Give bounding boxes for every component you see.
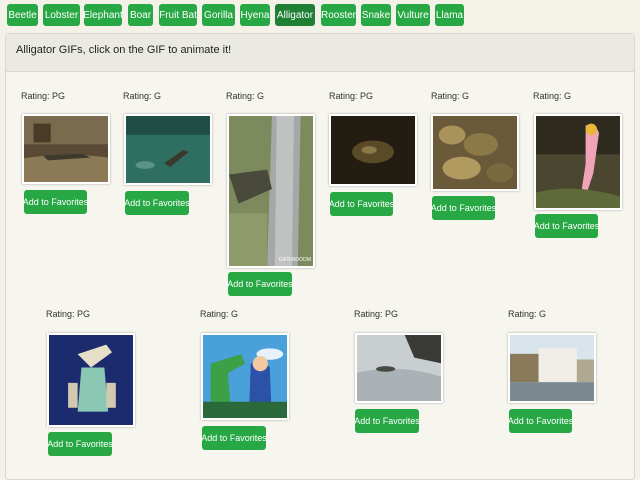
gif-image[interactable]: [508, 333, 596, 403]
gif-rating: Rating: PG: [354, 309, 399, 319]
alligator-gif-image: [331, 116, 415, 184]
animal-button-llama[interactable]: Llama: [435, 4, 464, 26]
gif-rating: Rating: G: [533, 91, 572, 101]
gif-watermark: GIFBINDOOM: [278, 257, 311, 263]
animal-button-alligator[interactable]: Alligator: [275, 4, 315, 26]
photo-gif-image: [510, 335, 594, 401]
cartoon-gif-image: [49, 335, 133, 425]
alligator-gif-image: [126, 116, 210, 183]
alligator-gif-image: [24, 116, 108, 182]
gif-rating: Rating: G: [431, 91, 470, 101]
add-to-favorites-button[interactable]: Add to Favorites: [431, 196, 496, 220]
add-to-favorites-button[interactable]: Add to Favorites: [329, 192, 394, 216]
animal-button-lobster[interactable]: Lobster: [43, 4, 80, 26]
animal-button-fruit-bat[interactable]: Fruit Bat: [159, 4, 197, 26]
panel-heading: Alligator GIFs, click on the GIF to anim…: [16, 44, 232, 56]
gif-rating: Rating: G: [226, 91, 265, 101]
animal-button-bar: Beetle Lobster Elephant Boar Fruit Bat G…: [0, 0, 640, 33]
add-to-favorites-button[interactable]: Add to Favorites: [227, 272, 293, 296]
gif-rating: Rating: G: [508, 309, 547, 319]
add-to-favorites-button[interactable]: Add to Favorites: [23, 190, 88, 214]
animal-button-gorilla[interactable]: Gorilla: [202, 4, 235, 26]
add-to-favorites-button[interactable]: Add to Favorites: [201, 426, 267, 450]
gif-image[interactable]: [47, 333, 135, 427]
add-to-favorites-button[interactable]: Add to Favorites: [47, 432, 113, 456]
cartoon-gif-image: [203, 335, 287, 418]
gif-image[interactable]: [201, 333, 289, 420]
cartoon-gif-image: [536, 116, 620, 208]
animal-button-rooster[interactable]: Rooster: [321, 4, 356, 26]
gif-image[interactable]: [124, 114, 212, 185]
panel-header: Alligator GIFs, click on the GIF to anim…: [6, 34, 634, 72]
gif-image[interactable]: [355, 333, 443, 403]
gif-rating: Rating: PG: [21, 91, 66, 101]
add-to-favorites-button[interactable]: Add to Favorites: [508, 409, 573, 433]
gif-image[interactable]: [22, 114, 110, 184]
gif-image[interactable]: GIFBINDOOM: [227, 114, 315, 268]
gif-rating: Rating: G: [200, 309, 239, 319]
gif-rating: Rating: G: [123, 91, 162, 101]
add-to-favorites-button[interactable]: Add to Favorites: [534, 214, 599, 238]
gif-image[interactable]: [431, 114, 519, 191]
alligator-gif-image: [357, 335, 441, 401]
animal-button-beetle[interactable]: Beetle: [7, 4, 38, 26]
gif-image[interactable]: [534, 114, 622, 210]
gif-rating: Rating: PG: [329, 91, 374, 101]
gif-rating: Rating: PG: [46, 309, 91, 319]
animal-button-elephant[interactable]: Elephant: [83, 4, 123, 26]
add-to-favorites-button[interactable]: Add to Favorites: [124, 191, 190, 215]
animal-button-vulture[interactable]: Vulture: [396, 4, 430, 26]
add-to-favorites-button[interactable]: Add to Favorites: [354, 409, 420, 433]
animal-button-boar[interactable]: Boar: [128, 4, 153, 26]
alligator-gif-image: [433, 116, 517, 189]
animal-button-snake[interactable]: Snake: [361, 4, 391, 26]
alligator-gif-image: [229, 116, 313, 266]
animal-button-hyena[interactable]: Hyena: [240, 4, 270, 26]
gif-image[interactable]: [329, 114, 417, 186]
